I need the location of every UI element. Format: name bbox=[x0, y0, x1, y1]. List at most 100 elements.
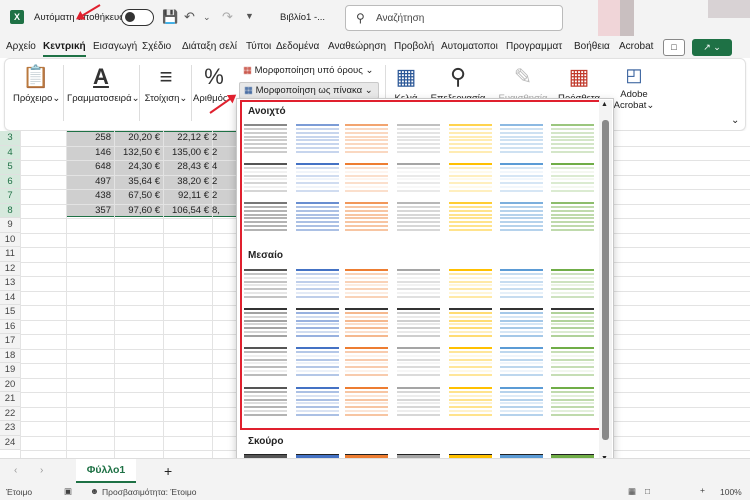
gallery-scroll-thumb[interactable] bbox=[602, 120, 609, 440]
table-style-swatch[interactable] bbox=[296, 123, 339, 154]
table-style-swatch[interactable] bbox=[345, 162, 388, 193]
row-header[interactable]: 20 bbox=[0, 377, 20, 392]
cell[interactable]: 132,50 € bbox=[114, 146, 163, 160]
table-style-swatch[interactable] bbox=[551, 201, 594, 232]
tab-acrobat[interactable]: Acrobat bbox=[619, 41, 653, 52]
cell[interactable]: 67,50 € bbox=[114, 189, 163, 203]
row-header[interactable]: 19 bbox=[0, 363, 20, 378]
row-header[interactable]: 18 bbox=[0, 348, 20, 363]
table-style-swatch[interactable] bbox=[244, 123, 287, 154]
format-as-table-button[interactable]: ▦ Μορφοποίηση ως πίνακα ⌄ bbox=[239, 82, 379, 99]
tab-insert[interactable]: Εισαγωγή bbox=[93, 41, 137, 52]
table-style-swatch[interactable] bbox=[449, 346, 492, 377]
tab-view[interactable]: Προβολή bbox=[394, 41, 434, 52]
table-style-swatch[interactable] bbox=[345, 268, 388, 299]
row-header[interactable]: 5 bbox=[0, 160, 20, 175]
adobe-acrobat-button[interactable]: ◰ Adobe Acrobat⌄ bbox=[611, 63, 657, 111]
table-style-swatch[interactable] bbox=[296, 386, 339, 417]
alignment-group-button[interactable]: ≡ Στοίχιση⌄ bbox=[143, 65, 189, 105]
cell[interactable]: 258 bbox=[66, 131, 114, 145]
tab-draw[interactable]: Σχέδιο bbox=[142, 41, 171, 52]
row-header[interactable]: 10 bbox=[0, 232, 20, 247]
tab-home[interactable]: Κεντρική bbox=[43, 41, 86, 57]
customize-toolbar-icon[interactable]: ▼ bbox=[245, 11, 254, 21]
redo-icon[interactable]: ↷ bbox=[222, 9, 233, 25]
row-header[interactable]: 8 bbox=[0, 203, 20, 218]
table-style-swatch[interactable] bbox=[449, 162, 492, 193]
table-style-swatch[interactable] bbox=[345, 386, 388, 417]
table-style-swatch[interactable] bbox=[500, 162, 543, 193]
row-header[interactable]: 22 bbox=[0, 406, 20, 421]
tab-file[interactable]: Αρχείο bbox=[6, 41, 36, 52]
cell[interactable]: 24,30 € bbox=[114, 160, 163, 174]
share-button[interactable]: ↗ ⌄ bbox=[692, 39, 732, 56]
table-style-swatch[interactable] bbox=[551, 307, 594, 338]
row-header[interactable]: 3 bbox=[0, 131, 20, 146]
table-style-swatch[interactable] bbox=[244, 307, 287, 338]
table-style-swatch[interactable] bbox=[397, 123, 440, 154]
macro-record-icon[interactable]: ▣ bbox=[64, 486, 72, 497]
page-layout-view-icon[interactable]: □ bbox=[645, 486, 650, 496]
comments-button[interactable]: □ bbox=[663, 39, 685, 56]
table-style-swatch[interactable] bbox=[500, 123, 543, 154]
autosave-toggle[interactable] bbox=[121, 9, 154, 26]
row-header[interactable]: 9 bbox=[0, 218, 20, 233]
tab-data[interactable]: Δεδομένα bbox=[276, 41, 319, 52]
row-header[interactable]: 13 bbox=[0, 276, 20, 291]
table-style-swatch[interactable] bbox=[551, 162, 594, 193]
table-style-swatch[interactable] bbox=[345, 201, 388, 232]
row-header[interactable]: 15 bbox=[0, 305, 20, 320]
row-header[interactable]: 24 bbox=[0, 435, 20, 450]
add-sheet-icon[interactable]: + bbox=[164, 463, 172, 479]
zoom-in-icon[interactable]: + bbox=[700, 485, 705, 495]
table-style-swatch[interactable] bbox=[500, 307, 543, 338]
cell[interactable]: 35,64 € bbox=[114, 175, 163, 189]
table-style-swatch[interactable] bbox=[500, 268, 543, 299]
table-style-swatch[interactable] bbox=[397, 346, 440, 377]
undo-dropdown-icon[interactable]: ⌄ bbox=[203, 12, 211, 23]
cell[interactable]: 357 bbox=[66, 204, 114, 218]
table-style-swatch[interactable] bbox=[244, 386, 287, 417]
table-style-swatch[interactable] bbox=[345, 346, 388, 377]
table-style-swatch[interactable] bbox=[296, 346, 339, 377]
search-box[interactable]: ⚲ Αναζήτηση bbox=[345, 5, 563, 31]
table-style-swatch[interactable] bbox=[500, 346, 543, 377]
cell[interactable]: 497 bbox=[66, 175, 114, 189]
row-header[interactable]: 17 bbox=[0, 334, 20, 349]
cell[interactable]: 22,12 € bbox=[163, 131, 212, 145]
table-style-swatch[interactable] bbox=[397, 162, 440, 193]
cell[interactable]: 20,20 € bbox=[114, 131, 163, 145]
row-header[interactable]: 14 bbox=[0, 290, 20, 305]
row-header[interactable]: 12 bbox=[0, 261, 20, 276]
cell[interactable]: 97,60 € bbox=[114, 204, 163, 218]
table-style-swatch[interactable] bbox=[397, 386, 440, 417]
row-header[interactable]: 7 bbox=[0, 189, 20, 204]
accessibility-icon[interactable]: ☻ bbox=[90, 486, 99, 496]
table-style-swatch[interactable] bbox=[449, 307, 492, 338]
row-header[interactable]: 11 bbox=[0, 247, 20, 262]
row-header[interactable]: 21 bbox=[0, 392, 20, 407]
table-style-swatch[interactable] bbox=[345, 123, 388, 154]
tab-automate[interactable]: Αυτοματοποι bbox=[441, 41, 498, 52]
row-header[interactable]: 23 bbox=[0, 421, 20, 436]
tab-developer[interactable]: Προγραμματ bbox=[506, 41, 562, 52]
table-style-swatch[interactable] bbox=[397, 201, 440, 232]
table-style-swatch[interactable] bbox=[244, 346, 287, 377]
tab-page-layout[interactable]: Διάταξη σελί bbox=[182, 41, 237, 52]
clipboard-group-button[interactable]: 📋 Πρόχειρο⌄ bbox=[13, 65, 60, 105]
tab-review[interactable]: Αναθεώρηση bbox=[328, 41, 386, 52]
table-style-swatch[interactable] bbox=[449, 386, 492, 417]
row-header[interactable]: 16 bbox=[0, 319, 20, 334]
cell[interactable]: 106,54 € bbox=[163, 204, 212, 218]
cell[interactable]: 92,11 € bbox=[163, 189, 212, 203]
table-style-swatch[interactable] bbox=[345, 307, 388, 338]
next-sheet-icon[interactable]: › bbox=[40, 465, 43, 476]
table-style-swatch[interactable] bbox=[296, 307, 339, 338]
table-style-swatch[interactable] bbox=[244, 162, 287, 193]
table-style-swatch[interactable] bbox=[244, 268, 287, 299]
table-style-swatch[interactable] bbox=[551, 123, 594, 154]
normal-view-icon[interactable]: ▦ bbox=[628, 486, 636, 497]
zoom-level[interactable]: 100% bbox=[720, 487, 742, 497]
prev-sheet-icon[interactable]: ‹ bbox=[14, 465, 17, 476]
cell[interactable]: 28,43 € bbox=[163, 160, 212, 174]
